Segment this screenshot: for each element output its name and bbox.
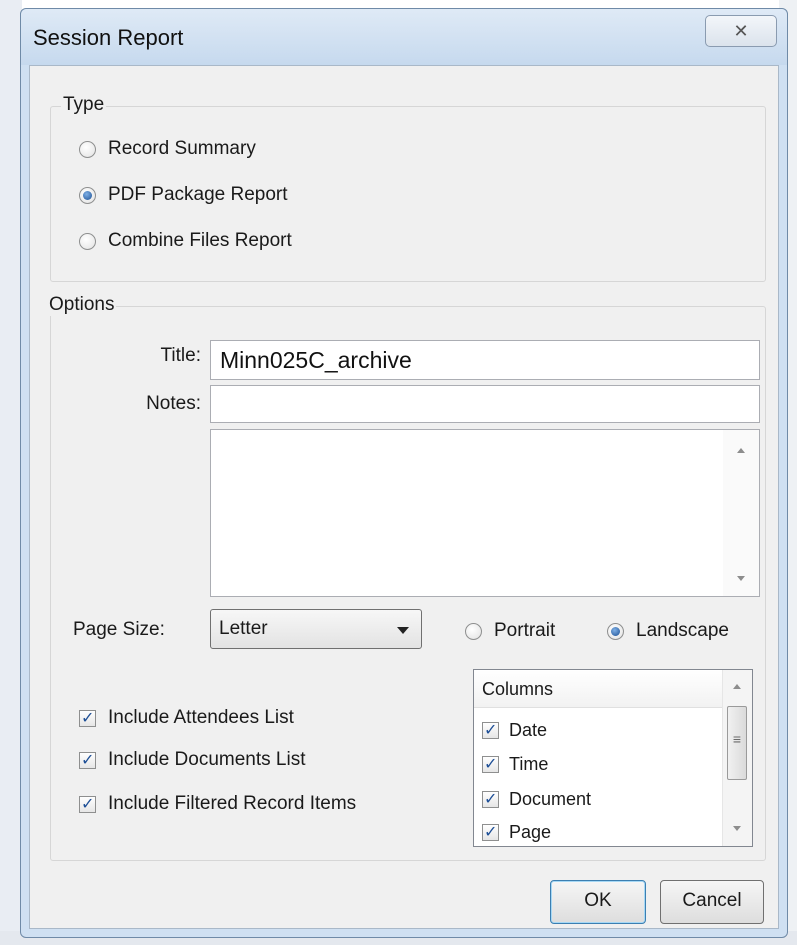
column-label: Document	[509, 788, 592, 809]
title-input[interactable]: Minn025C_archive	[210, 340, 760, 380]
scroll-down-icon[interactable]	[733, 826, 741, 831]
radio-label: Combine Files Report	[108, 230, 292, 251]
checkbox-checked-icon[interactable]	[79, 794, 96, 813]
checkbox-checked-icon[interactable]	[482, 789, 499, 808]
radio-label: PDF Package Report	[108, 184, 288, 205]
options-group-label: Options	[47, 294, 117, 316]
radio-selected-icon[interactable]	[607, 622, 624, 640]
radio-label: Record Summary	[108, 138, 256, 159]
page-size-label: Page Size:	[73, 619, 165, 640]
page-size-select[interactable]: Letter	[210, 609, 422, 649]
checkbox-label: Include Documents List	[108, 749, 306, 770]
title-label: Title:	[160, 345, 201, 366]
close-button[interactable]: ✕	[705, 15, 777, 47]
radio-landscape[interactable]: Landscape	[607, 617, 729, 645]
page-size-value: Letter	[219, 618, 268, 639]
cancel-button[interactable]: Cancel	[660, 880, 764, 924]
radio-combine-files-report[interactable]: Combine Files Report	[79, 227, 292, 255]
column-item-date[interactable]: Date	[482, 718, 547, 742]
ok-button[interactable]: OK	[550, 880, 646, 924]
column-item-time[interactable]: Time	[482, 752, 548, 776]
checkbox-include-filtered-record-items[interactable]: Include Filtered Record Items	[79, 791, 356, 817]
radio-record-summary[interactable]: Record Summary	[79, 135, 256, 163]
radio-icon[interactable]	[79, 140, 96, 158]
type-group-label: Type	[61, 94, 107, 116]
scroll-thumb[interactable]: ≡	[727, 706, 747, 780]
checkbox-include-attendees-list[interactable]: Include Attendees List	[79, 705, 294, 731]
options-group: Options Title: Minn025C_archive Notes: P…	[47, 294, 766, 861]
notes-textarea[interactable]	[210, 429, 760, 597]
columns-scrollbar[interactable]: ≡	[722, 670, 752, 846]
radio-label: Landscape	[636, 620, 729, 641]
checkbox-checked-icon[interactable]	[482, 822, 499, 841]
close-icon: ✕	[733, 21, 749, 41]
type-group: Type Record Summary PDF Package Report C…	[50, 94, 766, 282]
scroll-up-icon[interactable]	[737, 448, 745, 453]
checkbox-checked-icon[interactable]	[79, 708, 96, 727]
radio-portrait[interactable]: Portrait	[465, 617, 555, 645]
columns-listbox[interactable]: Columns Date Time Document Page	[473, 669, 753, 847]
dialog-title: Session Report	[33, 25, 184, 50]
column-item-document[interactable]: Document	[482, 787, 591, 811]
column-item-page[interactable]: Page	[482, 820, 551, 844]
column-label: Time	[509, 753, 549, 774]
notes-scrollbar[interactable]	[723, 430, 759, 596]
checkbox-include-documents-list[interactable]: Include Documents List	[79, 747, 306, 773]
grip-icon: ≡	[732, 731, 742, 747]
scroll-down-icon[interactable]	[737, 576, 745, 581]
checkbox-label: Include Attendees List	[108, 707, 294, 728]
radio-label: Portrait	[494, 620, 556, 641]
checkbox-checked-icon[interactable]	[79, 750, 96, 769]
background-app-left	[0, 0, 22, 945]
radio-selected-icon[interactable]	[79, 186, 96, 204]
radio-pdf-package-report[interactable]: PDF Package Report	[79, 181, 288, 209]
scroll-up-icon[interactable]	[733, 684, 741, 689]
notes-input[interactable]	[210, 385, 760, 423]
checkbox-checked-icon[interactable]	[482, 720, 499, 739]
column-label: Date	[509, 719, 548, 740]
columns-header: Columns	[474, 670, 722, 708]
notes-label: Notes:	[146, 393, 201, 414]
dialog-client-area: Type Record Summary PDF Package Report C…	[29, 65, 779, 929]
checkbox-checked-icon[interactable]	[482, 754, 499, 773]
checkbox-label: Include Filtered Record Items	[108, 793, 357, 814]
radio-icon[interactable]	[79, 232, 96, 250]
session-report-dialog: Session Report ✕ Type Record Summary PDF…	[20, 8, 788, 938]
chevron-down-icon	[397, 627, 409, 634]
dialog-titlebar[interactable]: Session Report ✕	[21, 9, 787, 65]
column-label: Page	[509, 821, 552, 842]
radio-icon[interactable]	[465, 622, 482, 640]
